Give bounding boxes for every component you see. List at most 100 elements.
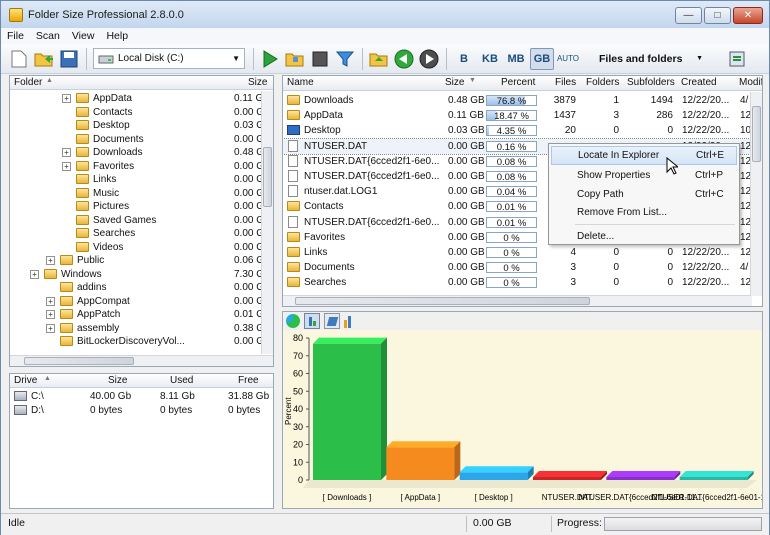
file-row[interactable]: Downloads 0.48 GB 76.8 % 3879 1 1494 12/22/20.… <box>283 93 752 108</box>
drive-row[interactable]: D:\ 0 bytes 0 bytes 0 bytes <box>10 404 273 418</box>
drive-row[interactable]: C:\ 40.00 Gb 8.11 Gb 31.88 Gb <box>10 390 273 404</box>
modified-column-header[interactable]: Modifi <box>739 77 762 88</box>
minimize-button[interactable]: — <box>675 7 702 24</box>
open-folder-icon[interactable] <box>32 47 56 71</box>
file-list-horizontal-scrollbar[interactable] <box>283 295 752 306</box>
subfolders-column-header[interactable]: Subfolders <box>627 77 675 88</box>
tree-row[interactable]: addins 0.00 G <box>10 281 264 295</box>
start-scan-icon[interactable] <box>258 47 282 71</box>
tree-horizontal-scrollbar[interactable] <box>10 355 273 366</box>
tree-row[interactable]: Videos 0.00 G <box>10 241 264 255</box>
tree-row[interactable]: + Favorites 0.00 G <box>10 160 264 174</box>
file-row[interactable]: Documents 0.00 GB 0 % 3 0 0 12/22/20... 4/ <box>283 260 752 275</box>
close-button[interactable]: ✕ <box>733 7 763 24</box>
unit-kb-button[interactable]: KB <box>478 48 502 70</box>
tree-row[interactable]: + Downloads 0.48 G <box>10 146 264 160</box>
expand-icon[interactable]: + <box>46 310 55 319</box>
forward-icon[interactable] <box>417 47 441 71</box>
expand-icon[interactable]: + <box>46 256 55 265</box>
file-name: NTUSER.DAT{6cced2f1-6e0... <box>304 216 440 228</box>
sort-asc-icon: ▲ <box>46 77 53 84</box>
export-icon[interactable] <box>725 47 749 71</box>
name-column-header[interactable]: Name <box>287 77 314 88</box>
drive-selector-value: Local Disk (C:) <box>118 53 184 64</box>
folder-icon <box>76 106 89 117</box>
pie-chart-icon[interactable] <box>286 314 300 328</box>
chart-options-icon[interactable] <box>344 314 358 328</box>
unit-auto-button[interactable]: AUTO <box>556 48 580 70</box>
bar-chart-icon[interactable] <box>304 313 320 329</box>
file-row[interactable]: Searches 0.00 GB 0 % 3 0 0 12/22/20... 12 <box>283 275 752 290</box>
ctx-delete[interactable]: Delete... <box>549 227 739 246</box>
unit-b-button[interactable]: B <box>452 48 476 70</box>
sort-asc-icon: ▲ <box>44 375 51 382</box>
maximize-button[interactable]: □ <box>704 7 731 24</box>
free-column-header[interactable]: Free <box>238 375 259 386</box>
tree-row[interactable]: Desktop 0.03 G <box>10 119 264 133</box>
tree-row[interactable]: Links 0.00 G <box>10 173 264 187</box>
tree-folder-size: 0.00 G <box>234 106 265 118</box>
tree-row[interactable]: + Windows 7.30 G <box>10 268 264 282</box>
ctx-locate-in-explorer[interactable]: Locate In Explorer Ctrl+E <box>551 146 737 165</box>
3d-chart-icon[interactable] <box>324 313 340 329</box>
menu-scan[interactable]: Scan <box>30 30 66 42</box>
file-row[interactable]: Desktop 0.03 GB 4.35 % 20 0 0 12/22/20... 10 <box>283 123 752 138</box>
tree-row[interactable]: Saved Games 0.00 G <box>10 214 264 228</box>
tree-row[interactable]: Contacts 0.00 G <box>10 106 265 120</box>
drive-column-header[interactable]: Drive <box>14 375 37 386</box>
expand-icon[interactable]: + <box>46 296 55 306</box>
new-icon[interactable] <box>7 47 31 71</box>
drive-size-column-header[interactable]: Size <box>108 375 127 386</box>
title-bar[interactable]: Folder Size Professional 2.8.0.0 — □ ✕ <box>1 1 769 28</box>
tree-row[interactable]: Searches 0.00 G <box>10 227 264 241</box>
expand-icon[interactable]: + <box>62 94 71 103</box>
tree-vertical-scrollbar[interactable] <box>261 91 273 354</box>
percent-bar: 0.04 % <box>486 186 537 198</box>
files-column-header[interactable]: Files <box>555 77 576 88</box>
window-title: Folder Size Professional 2.8.0.0 <box>28 8 184 21</box>
tree-row[interactable]: Music 0.00 G <box>10 187 264 201</box>
unit-mb-button[interactable]: MB <box>504 48 528 70</box>
percent-column-header[interactable]: Percent <box>501 77 535 88</box>
expand-icon[interactable]: + <box>46 323 55 333</box>
menu-help[interactable]: Help <box>100 30 134 42</box>
file-row[interactable]: Links 0.00 GB 0 % 4 0 0 12/22/20... 12 <box>283 245 752 260</box>
tree-row[interactable]: + AppData 0.11 G <box>10 92 263 106</box>
tree-row[interactable]: + AppCompat 0.00 G <box>10 295 264 309</box>
filter-icon[interactable] <box>333 47 357 71</box>
folder-column-header[interactable]: Folder <box>14 77 42 88</box>
file-icon <box>288 169 298 182</box>
percent-bar: 18.47 % <box>486 110 537 122</box>
tree-row[interactable]: BitLockerDiscoveryVol... 0.00 G <box>10 335 264 349</box>
ctx-remove-from-list[interactable]: Remove From List... <box>549 204 739 223</box>
created-column-header[interactable]: Created <box>681 77 717 88</box>
tree-row[interactable]: Pictures 0.00 G <box>10 200 264 214</box>
expand-icon[interactable]: + <box>62 161 71 171</box>
drive-selector[interactable]: Local Disk (C:) ▼ <box>93 48 245 69</box>
file-row[interactable]: AppData 0.11 GB 18.47 % 1437 3 286 12/22/20...… <box>283 108 752 123</box>
tree-row[interactable]: Documents 0.00 G <box>10 133 264 147</box>
file-size-column-header[interactable]: Size <box>445 77 464 88</box>
tree-row[interactable]: + assembly 0.38 G <box>10 322 264 336</box>
ctx-show-properties[interactable]: Show Properties Ctrl+P <box>549 167 739 186</box>
tree-folder-name: AppData <box>93 93 132 104</box>
tree-row[interactable]: + AppPatch 0.01 G <box>10 308 264 322</box>
tree-row[interactable]: + Public 0.06 G <box>10 254 264 268</box>
scan-folder-icon[interactable] <box>283 47 307 71</box>
expand-icon[interactable]: + <box>62 148 71 157</box>
file-list-vertical-scrollbar[interactable] <box>750 92 762 296</box>
folders-column-header[interactable]: Folders <box>586 77 619 88</box>
expand-icon[interactable]: + <box>30 269 39 279</box>
menu-file[interactable]: File <box>1 30 30 42</box>
menu-view[interactable]: View <box>66 30 101 42</box>
view-mode-selector[interactable]: Files and folders ▼ <box>595 48 703 70</box>
save-icon[interactable] <box>57 47 81 71</box>
stop-icon[interactable] <box>308 47 332 71</box>
back-icon[interactable] <box>392 47 416 71</box>
ctx-copy-path[interactable]: Copy Path Ctrl+C <box>549 185 739 204</box>
unit-gb-button[interactable]: GB <box>530 47 554 70</box>
folder-icon <box>76 228 89 238</box>
up-folder-icon[interactable] <box>367 47 391 71</box>
used-column-header[interactable]: Used <box>170 375 193 386</box>
size-column-header[interactable]: Size <box>248 77 267 88</box>
